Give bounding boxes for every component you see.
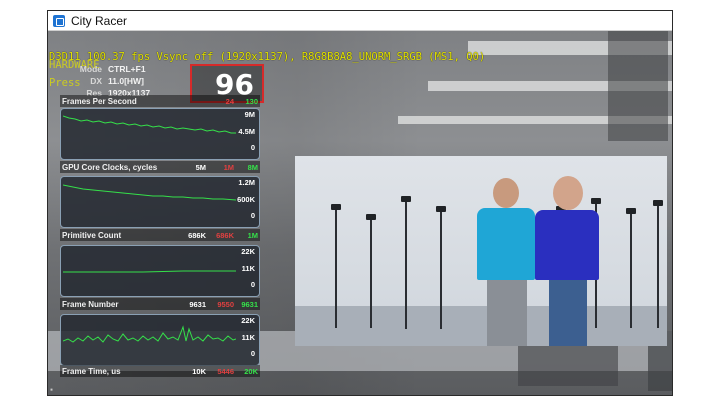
gpu-clocks-stat-row: GPU Core Clocks, cycles 5M 1M 8M	[60, 161, 260, 173]
game-viewport[interactable]: D3D11 100.37 fps Vsync off (1920x1137), …	[48, 31, 672, 395]
light-stand	[657, 204, 659, 328]
stat-min: 24	[225, 96, 234, 106]
debug-status-line: D3D11 100.37 fps Vsync off (1920x1137), …	[49, 51, 486, 63]
stat-min: 686K	[216, 230, 234, 240]
light-head	[653, 200, 663, 206]
light-stand	[335, 208, 337, 328]
stat-current: 10K	[192, 366, 206, 376]
stat-max: 9631	[241, 299, 258, 309]
stat-name: Frames Per Second	[62, 96, 137, 106]
light-head	[436, 206, 446, 212]
stat-name: Primitive Count	[62, 230, 122, 240]
stat-current: 686K	[188, 230, 206, 240]
stat-max: 1M	[247, 230, 258, 240]
axis-mid: 11K	[241, 333, 255, 342]
primitive-count-stat-row: Primitive Count 686K 686K 1M	[60, 229, 260, 241]
stat-current: 5M	[195, 162, 206, 172]
person-jeans	[549, 280, 587, 346]
building-shadow	[608, 31, 668, 141]
frame-time-stat-row: Frame Time, us 10K 5446 20K	[60, 365, 260, 377]
frame-number-stat-row: Frame Number 9631 9550 9631	[60, 298, 260, 310]
gpu-clocks-line	[63, 115, 236, 134]
axis-mid: 11K	[241, 264, 255, 273]
app-window: City Racer D3D11 100.37 fps Vsync off (1…	[47, 10, 673, 396]
person-jacket	[535, 210, 599, 280]
mode-value: CTRL+F1	[108, 64, 146, 74]
person-woman	[531, 176, 603, 346]
axis-top: 9M	[244, 110, 255, 119]
axis-bottom: 0	[250, 211, 255, 220]
axis-top: 22K	[241, 316, 255, 325]
small-corner-mark: ▪	[50, 387, 54, 393]
fps-stat-row: Frames Per Second 24 130	[60, 95, 260, 107]
window-title: City Racer	[71, 13, 128, 28]
axis-bottom: 0	[250, 349, 255, 358]
axis-mid: 600K	[237, 195, 255, 204]
stat-max: 8M	[247, 162, 258, 172]
stat-max: 20K	[244, 366, 258, 376]
stat-min: 9550	[217, 299, 234, 309]
person-pants	[487, 280, 527, 346]
light-head	[366, 214, 376, 220]
axis-top: 22K	[241, 247, 255, 256]
dx-value: 11.0[HW]	[108, 76, 144, 86]
person-head	[493, 178, 519, 208]
graph-frame-number: 22K 11K 0	[60, 245, 260, 297]
axis-bottom: 0	[250, 143, 255, 152]
light-head	[626, 208, 636, 214]
app-icon	[53, 14, 65, 27]
stat-name: Frame Time, us	[62, 366, 121, 376]
axis-mid: 4.5M	[238, 127, 255, 136]
mode-key: Mode	[79, 64, 102, 74]
light-stand	[370, 218, 372, 328]
light-stand	[630, 212, 632, 328]
frame-number-line	[63, 270, 236, 273]
stat-name: GPU Core Clocks, cycles	[62, 162, 158, 172]
graph-frame-time: 22K 11K 0	[60, 314, 260, 366]
person-shirt	[477, 208, 535, 280]
photo-inset	[295, 156, 667, 346]
axis-bottom: 0	[250, 280, 255, 289]
person-head	[553, 176, 583, 210]
axis-top: 1.2M	[238, 178, 255, 187]
graph-primitive-count: 1.2M 600K 0	[60, 176, 260, 228]
dx-key: DX	[90, 76, 102, 86]
light-head	[331, 204, 341, 210]
title-bar[interactable]: City Racer	[48, 11, 672, 31]
primitive-count-line	[63, 184, 236, 201]
frame-time-line	[63, 325, 236, 343]
stat-min: 1M	[223, 162, 234, 172]
stat-name: Frame Number	[62, 299, 119, 309]
stat-max: 130	[245, 96, 258, 106]
stat-current: 9631	[189, 299, 206, 309]
light-stand	[405, 201, 407, 329]
stat-min: 5446	[217, 366, 234, 376]
light-stand	[440, 211, 442, 329]
person-man	[473, 172, 537, 346]
graph-gpu-clocks: 9M 4.5M 0	[60, 108, 260, 160]
light-head	[401, 196, 411, 202]
